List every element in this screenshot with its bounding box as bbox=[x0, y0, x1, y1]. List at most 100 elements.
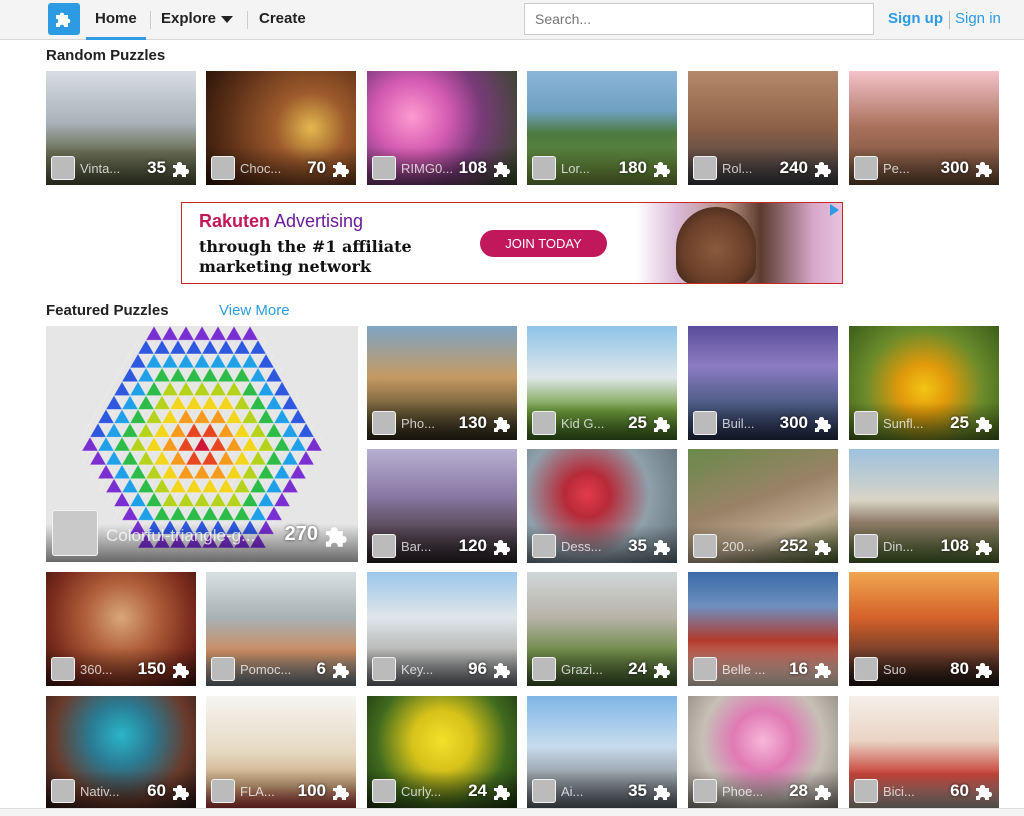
puzzle-tile[interactable]: Buil... 300 bbox=[688, 326, 838, 440]
puzzle-piece-icon bbox=[815, 663, 831, 678]
piece-count: 120 bbox=[458, 536, 487, 555]
puzzle-tile[interactable]: Key... 96 bbox=[367, 572, 517, 686]
user-avatar-icon bbox=[693, 779, 717, 803]
join-today-button[interactable]: JOIN TODAY bbox=[480, 230, 607, 257]
puzzle-tile[interactable]: Sunfl... 25 bbox=[849, 326, 999, 440]
piece-count: 300 bbox=[779, 413, 808, 432]
puzzle-tile[interactable]: Belle ... 16 bbox=[688, 572, 838, 686]
puzzle-tile[interactable]: Grazi... 24 bbox=[527, 572, 677, 686]
user-avatar-icon bbox=[372, 156, 396, 180]
puzzle-tile[interactable]: Suo 80 bbox=[849, 572, 999, 686]
puzzle-tile[interactable]: Lor... 180 bbox=[527, 71, 677, 185]
puzzle-tile[interactable]: Bar... 120 bbox=[367, 449, 517, 563]
ad-brand-name: Rakuten bbox=[199, 211, 271, 231]
view-more-link[interactable]: View More bbox=[219, 302, 290, 319]
puzzle-tile[interactable]: Din... 108 bbox=[849, 449, 999, 563]
user-avatar-icon bbox=[532, 411, 556, 435]
puzzle-piece-icon bbox=[654, 785, 670, 800]
nav-explore-label: Explore bbox=[161, 10, 217, 27]
user-avatar-icon bbox=[532, 779, 556, 803]
nav-divider bbox=[247, 11, 248, 29]
puzzle-name: Pe... bbox=[883, 161, 910, 176]
puzzle-name: Sunfl... bbox=[883, 416, 924, 431]
puzzle-piece-icon bbox=[976, 162, 992, 177]
puzzle-tile[interactable]: Vinta... 35 bbox=[46, 71, 196, 185]
nav-create[interactable]: Create bbox=[259, 0, 306, 40]
puzzle-name: Dess... bbox=[561, 539, 602, 554]
piece-count: 130 bbox=[458, 413, 487, 432]
puzzle-tile[interactable]: Kid G... 25 bbox=[527, 326, 677, 440]
puzzle-name: Din... bbox=[883, 539, 914, 554]
puzzle-tile[interactable]: Nativ... 60 bbox=[46, 696, 196, 808]
puzzle-tile[interactable]: Pho... 130 bbox=[367, 326, 517, 440]
top-navigation-bar: Home Explore Create Sign up Sign in bbox=[0, 0, 1024, 40]
puzzle-name: Phoe... bbox=[722, 784, 764, 799]
puzzle-piece-icon bbox=[333, 663, 349, 678]
piece-count: 100 bbox=[297, 781, 326, 800]
ad-photo bbox=[636, 203, 842, 283]
piece-count: 35 bbox=[628, 536, 647, 555]
piece-count: 60 bbox=[950, 781, 969, 800]
puzzle-tile[interactable]: Dess... 35 bbox=[527, 449, 677, 563]
puzzle-tile[interactable]: Phoe... 28 bbox=[688, 696, 838, 808]
puzzle-tile[interactable]: FLA... 100 bbox=[206, 696, 356, 808]
puzzle-tile[interactable]: 200... 252 bbox=[688, 449, 838, 563]
puzzle-tile[interactable]: Ai... 35 bbox=[527, 696, 677, 808]
puzzle-piece-icon bbox=[494, 785, 510, 800]
puzzle-name: Kid G... bbox=[561, 416, 605, 431]
piece-count: 24 bbox=[468, 781, 487, 800]
page-bottom-edge bbox=[0, 808, 1024, 816]
user-avatar-icon bbox=[854, 411, 878, 435]
auth-divider bbox=[949, 11, 950, 29]
piece-count: 28 bbox=[789, 781, 808, 800]
advertisement-banner[interactable]: Rakuten Advertising through the #1 affil… bbox=[181, 202, 843, 284]
puzzle-tile[interactable]: Rol... 240 bbox=[688, 71, 838, 185]
piece-count: 270 bbox=[284, 523, 318, 545]
featured-puzzles-heading: Featured Puzzles bbox=[46, 302, 169, 319]
piece-count: 35 bbox=[628, 781, 647, 800]
sign-in-link[interactable]: Sign in bbox=[955, 0, 1001, 40]
piece-count: 70 bbox=[307, 158, 326, 177]
sign-up-link[interactable]: Sign up bbox=[888, 0, 943, 40]
piece-count: 240 bbox=[779, 158, 808, 177]
nav-explore[interactable]: Explore bbox=[161, 0, 234, 40]
user-avatar-icon bbox=[51, 156, 75, 180]
puzzle-piece-icon bbox=[333, 785, 349, 800]
piece-count: 150 bbox=[137, 659, 166, 678]
user-avatar-icon bbox=[211, 779, 235, 803]
puzzle-tile[interactable]: Curly... 24 bbox=[367, 696, 517, 808]
puzzle-piece-icon bbox=[494, 417, 510, 432]
ad-copy-line-2: marketing network bbox=[199, 257, 372, 276]
user-avatar-icon bbox=[372, 534, 396, 558]
ad-copy-line-1: through the #1 affiliate bbox=[199, 237, 412, 256]
user-avatar-icon bbox=[211, 657, 235, 681]
chevron-down-icon bbox=[221, 15, 234, 23]
piece-count: 25 bbox=[628, 413, 647, 432]
puzzle-tile[interactable]: Pomoc... 6 bbox=[206, 572, 356, 686]
puzzle-tile[interactable]: 360... 150 bbox=[46, 572, 196, 686]
puzzle-tile[interactable]: Bici... 60 bbox=[849, 696, 999, 808]
puzzle-piece-icon bbox=[494, 663, 510, 678]
user-avatar-icon bbox=[52, 510, 98, 556]
puzzle-piece-icon bbox=[815, 785, 831, 800]
piece-count: 80 bbox=[950, 659, 969, 678]
user-avatar-icon bbox=[372, 657, 396, 681]
puzzle-tile[interactable]: RIMG0... 108 bbox=[367, 71, 517, 185]
user-avatar-icon bbox=[532, 657, 556, 681]
ad-choices-icon[interactable] bbox=[830, 204, 839, 216]
puzzle-tile[interactable]: Choc... 70 bbox=[206, 71, 356, 185]
puzzle-name: 360... bbox=[80, 662, 113, 677]
search-input[interactable] bbox=[524, 3, 874, 35]
puzzle-name: FLA... bbox=[240, 784, 275, 799]
user-avatar-icon bbox=[372, 411, 396, 435]
puzzle-piece-icon bbox=[333, 162, 349, 177]
puzzle-tile[interactable]: Pe... 300 bbox=[849, 71, 999, 185]
piece-count: 252 bbox=[779, 536, 808, 555]
site-logo-puzzle-icon[interactable] bbox=[48, 3, 80, 35]
puzzle-name: RIMG0... bbox=[401, 161, 454, 176]
featured-big-tile[interactable]: Colorful-triangle-g... 270 bbox=[46, 326, 358, 562]
user-avatar-icon bbox=[532, 534, 556, 558]
piece-count: 60 bbox=[147, 781, 166, 800]
puzzle-name: Grazi... bbox=[561, 662, 603, 677]
nav-home[interactable]: Home bbox=[86, 0, 146, 40]
